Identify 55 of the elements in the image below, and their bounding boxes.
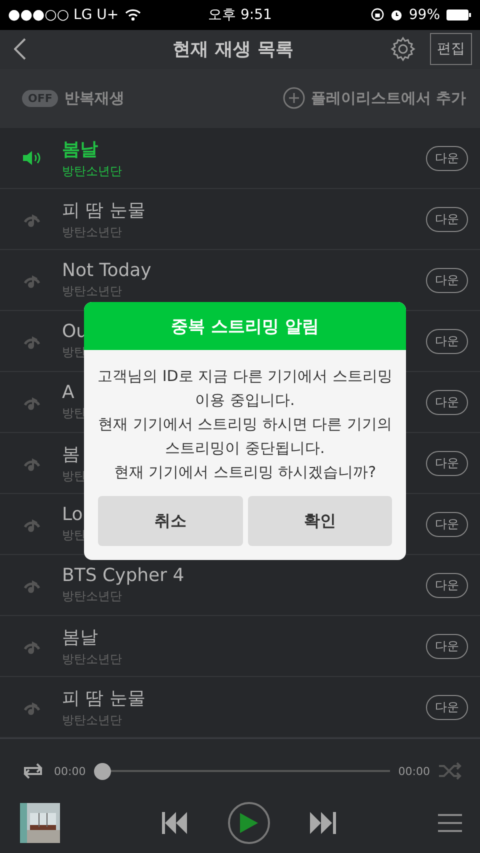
artist-name: 방탄소년단 [62,588,122,605]
song-title: 피 땀 눈물 [62,686,146,710]
song-title: 봄날 [62,138,98,160]
song-title: Lo [62,504,83,525]
dialog-message: 고객님의 ID로 지금 다른 기기에서 스트리밍 이용 중입니다. 현재 기기에서 스트리밍 하시면 다른 기기의 스트리밍이 중단됩니다. 현재 기기에서 스트리밍 하시겠습니까? [96,366,394,483]
cancel-button[interactable]: 취소 [98,496,242,546]
artist-name: 방탄 [62,344,86,361]
add-icon[interactable] [282,87,305,110]
download-button[interactable]: 다운 [426,390,468,414]
song-title: BTS Cypher 4 [62,565,184,586]
song-title: 봄날 [62,626,98,648]
download-button[interactable]: 다운 [426,206,468,232]
dialog-title: 중복 스트리밍 알림 [84,302,406,350]
battery-icon [446,8,472,21]
previous-icon[interactable] [162,812,188,834]
carrier-label: ●●●○○ LG U+ [8,6,119,23]
song-title: 피 땀 눈물 [62,198,146,222]
artist-name: 방탄소년단 [62,650,122,668]
song-title: A [62,382,74,403]
song-title: 봄 [62,442,80,466]
progress-thumb[interactable] [94,762,111,780]
artist-name: 방탄 [62,468,86,484]
menu-icon[interactable] [438,813,462,833]
edit-button[interactable]: 편집 [430,33,472,66]
total-time: 00:00 [398,764,430,778]
artist-name: 방탄소년단 [62,283,122,300]
battery-percent: 99% [408,6,440,23]
download-button[interactable]: 다운 [426,328,468,354]
next-icon[interactable] [310,812,336,834]
download-button[interactable]: 다운 [426,572,468,598]
play-button[interactable] [228,802,270,844]
download-button[interactable]: 다운 [426,512,468,536]
song-title: Not Today [62,260,152,281]
artist-name: 방탄소년단 [62,712,122,728]
download-button[interactable]: 다운 [426,694,468,720]
lock-rotation-icon [370,8,384,22]
download-button[interactable]: 다운 [426,146,468,170]
play-icon [240,813,258,833]
alarm-clock-icon [390,8,403,22]
download-button[interactable]: 다운 [426,268,468,292]
settings-icon[interactable] [390,36,416,62]
wifi-icon [124,8,141,21]
back-icon[interactable] [14,38,26,60]
download-button[interactable]: 다운 [426,450,468,476]
artist-name: 방탄소년단 [62,162,122,180]
artist-name: 방탄 [62,527,86,544]
clock-label: 오후 9:51 [208,6,272,24]
artist-name: 방탄 [62,405,86,422]
artist-name: 방탄소년단 [62,224,122,240]
screen-title: 현재 재생 목록 [172,38,294,62]
confirm-button[interactable]: 확인 [248,496,392,546]
add-from-playlist-link[interactable]: 플레이리스트에서 추가 [310,88,466,108]
download-button[interactable]: 다운 [426,634,468,658]
repeat-label: 반복재생 [64,88,124,108]
elapsed-time: 00:00 [54,764,86,778]
